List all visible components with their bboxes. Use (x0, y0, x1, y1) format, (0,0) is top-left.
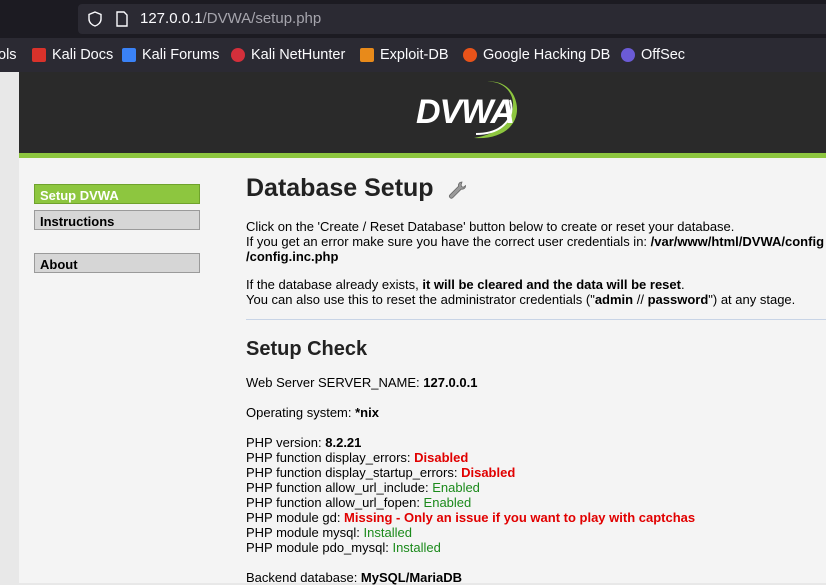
check-label: PHP function display_startup_errors: (246, 465, 462, 480)
intro-line-5: You can also use this to reset the admin… (246, 292, 795, 307)
url-host: 127.0.0.1 (140, 10, 203, 27)
dvwa-logo[interactable]: DVWA (414, 78, 529, 144)
check-row-display-errors: PHP function display_errors: Disabled (246, 450, 468, 465)
header-divider (19, 153, 826, 158)
intro-line-4-bold: it will be cleared and the data will be … (422, 277, 681, 292)
php-version-label: PHP version: (246, 435, 326, 450)
check-label: PHP module pdo_mysql: (246, 540, 393, 555)
browser-toolbar: 127.0.0.1/DVWA/setup.php (0, 0, 826, 38)
intro-line-4: If the database already exists, it will … (246, 277, 685, 292)
check-row-mysql: PHP module mysql: Installed (246, 525, 412, 540)
bookmark-kali-docs[interactable]: Kali Docs (32, 46, 113, 64)
page-header: DVWA (19, 72, 826, 153)
url-text[interactable]: 127.0.0.1/DVWA/setup.php (140, 10, 321, 27)
bookmark-kali-nethunter[interactable]: Kali NetHunter (231, 46, 345, 64)
exploit-db-icon (360, 48, 374, 62)
check-label: PHP module mysql: (246, 525, 364, 540)
offsec-icon (621, 48, 635, 62)
status-badge: Enabled (423, 495, 472, 510)
status-badge: Installed (392, 540, 441, 555)
menu-item-about[interactable]: About (34, 253, 200, 273)
bookmark-exploit-db[interactable]: Exploit-DB (360, 46, 449, 64)
bookmark-kali-forums[interactable]: Kali Forums (122, 46, 219, 64)
kali-nethunter-icon (231, 48, 245, 62)
server-name-value: 127.0.0.1 (423, 375, 478, 390)
web-page: DVWA Setup DVWA Instructions About Datab… (0, 72, 826, 585)
url-path: /DVWA/setup.php (202, 10, 322, 27)
intro-line-2-text: If you get an error make sure you have t… (246, 234, 651, 249)
os-value: *nix (355, 405, 379, 420)
kali-forums-icon (122, 48, 136, 62)
php-version-value: 8.2.21 (325, 435, 362, 450)
bookmark-offsec[interactable]: OffSec (621, 46, 685, 64)
server-name-row: Web Server SERVER_NAME: 127.0.0.1 (246, 375, 477, 390)
check-row-allow-url-include: PHP function allow_url_include: Enabled (246, 480, 480, 495)
dvwa-container: DVWA Setup DVWA Instructions About Datab… (19, 72, 826, 585)
bookmark-label: Exploit-DB (380, 47, 449, 63)
section-divider (246, 319, 826, 320)
intro-line-3: /config.inc.php (246, 249, 338, 264)
status-badge: Disabled (414, 450, 469, 465)
config-path-cont: /config.inc.php (246, 249, 339, 264)
setup-check-title: Setup Check (246, 338, 368, 360)
check-label: PHP module gd: (246, 510, 345, 525)
kali-docs-icon (32, 48, 46, 62)
check-row-allow-url-fopen: PHP function allow_url_fopen: Enabled (246, 495, 471, 510)
os-row: Operating system: *nix (246, 405, 379, 420)
intro-line-4-text: If the database already exists, (246, 277, 423, 292)
bookmark-label: Kali NetHunter (251, 47, 346, 63)
admin-password: password (647, 292, 709, 307)
intro-line-5-text: You can also use this to reset the admin… (246, 292, 595, 307)
server-name-label: Web Server SERVER_NAME: (246, 375, 424, 390)
intro-line-5-end: ") at any stage. (708, 292, 796, 307)
bookmark-label: ols (0, 47, 17, 63)
check-row-pdo-mysql: PHP module pdo_mysql: Installed (246, 540, 441, 555)
bookmarks-bar: ols Kali Docs Kali Forums Kali NetHunter… (0, 38, 826, 72)
menu-item-setup-dvwa[interactable]: Setup DVWA (34, 184, 200, 204)
tracking-protection-icon[interactable] (87, 11, 103, 27)
php-version-row: PHP version: 8.2.21 (246, 435, 361, 450)
ghdb-icon (463, 48, 477, 62)
bookmark-label: OffSec (641, 47, 686, 63)
wrench-icon (449, 181, 467, 199)
bookmark-label: Kali Docs (52, 47, 114, 63)
admin-user: admin (594, 292, 634, 307)
os-label: Operating system: (246, 405, 356, 420)
config-path: /var/www/html/DVWA/config (650, 234, 825, 249)
bookmark-tools[interactable]: ols (0, 46, 17, 64)
logo-text: DVWA (416, 93, 515, 131)
bookmark-google-hacking-db[interactable]: Google Hacking DB (463, 46, 610, 64)
intro-line-4-end: . (680, 277, 685, 292)
intro-line-2: If you get an error make sure you have t… (246, 234, 824, 249)
status-badge: Missing - Only an issue if you want to p… (344, 510, 696, 525)
check-row-display-startup-errors: PHP function display_startup_errors: Dis… (246, 465, 515, 480)
check-label: PHP function allow_url_include: (246, 480, 433, 495)
intro-line-1: Click on the 'Create / Reset Database' b… (246, 219, 735, 234)
check-row-gd: PHP module gd: Missing - Only an issue i… (246, 510, 695, 525)
cred-separator: // (633, 292, 648, 307)
bookmark-label: Kali Forums (142, 47, 220, 63)
check-label: PHP function display_errors: (246, 450, 415, 465)
address-bar[interactable]: 127.0.0.1/DVWA/setup.php (78, 4, 826, 34)
status-badge: Installed (363, 525, 412, 540)
status-badge: Disabled (461, 465, 516, 480)
page-info-icon[interactable] (115, 11, 129, 27)
bookmark-label: Google Hacking DB (483, 47, 611, 63)
status-badge: Enabled (432, 480, 480, 495)
check-label: PHP function allow_url_fopen: (246, 495, 424, 510)
page-title: Database Setup (246, 174, 434, 202)
menu-item-instructions[interactable]: Instructions (34, 210, 200, 230)
